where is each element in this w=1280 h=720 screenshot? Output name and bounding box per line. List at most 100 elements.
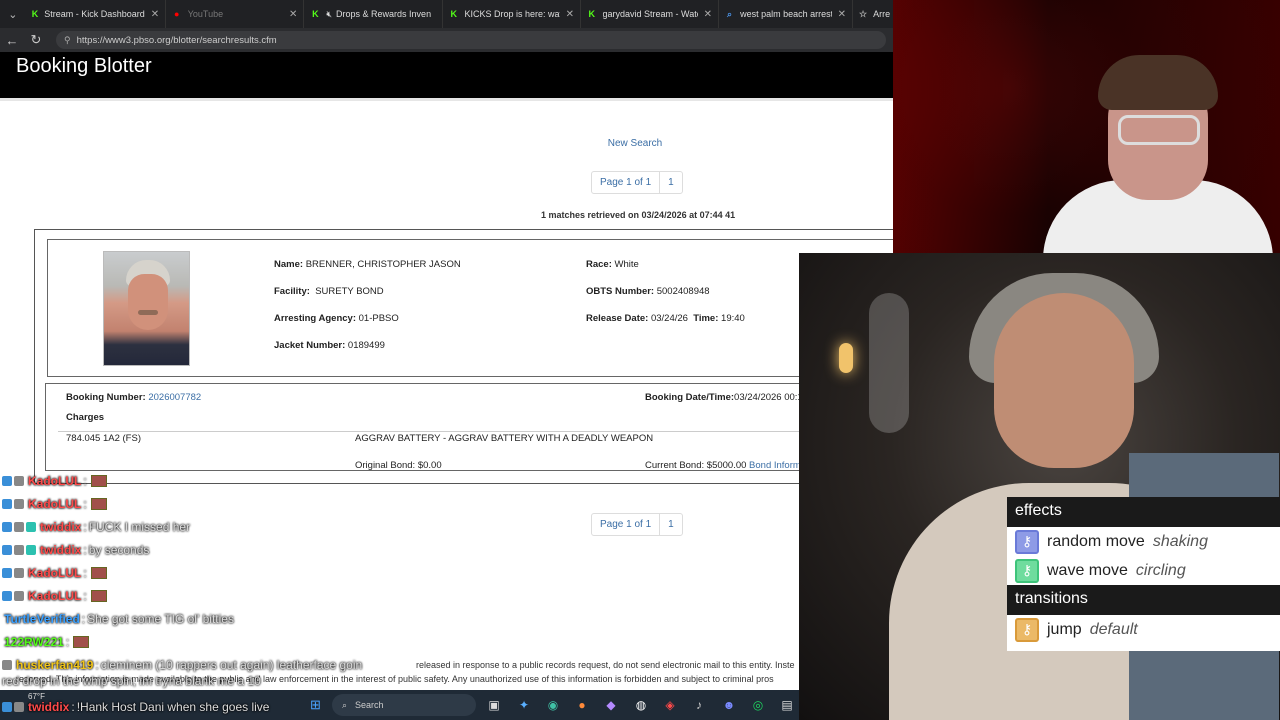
mugshot-photo <box>103 251 190 366</box>
chat-emote <box>90 498 107 510</box>
booking-date-field: Booking Date/Time:03/24/2026 00:1 <box>645 392 803 403</box>
charge-description: AGGRAV BATTERY - AGGRAV BATTERY WITH A D… <box>355 433 654 444</box>
chat-badge-icon <box>2 660 12 670</box>
chat-username[interactable]: KadoLUL <box>28 589 81 603</box>
close-icon[interactable]: ✕ <box>283 9 297 20</box>
chat-text: She got some TIG ol' bitties <box>87 612 234 626</box>
kick-icon: K <box>450 9 458 19</box>
tab-kick-dashboard[interactable]: K Stream - Kick Dashboard ✕ <box>26 0 166 28</box>
search-icon: ⌕ <box>727 9 733 19</box>
kick-icon: K <box>312 9 319 19</box>
transition-jump[interactable]: ⚷ jump default <box>1007 615 1280 644</box>
chat-badge-icon <box>14 568 24 578</box>
effect-wave-move[interactable]: ⚷ wave move circling <box>1007 556 1280 585</box>
mugshot-mustache <box>138 310 158 315</box>
close-icon[interactable]: ✕ <box>145 9 159 20</box>
chat-badge-icon <box>2 591 12 601</box>
muted-icon[interactable]: 🔇︎ <box>326 9 332 20</box>
chat-username[interactable]: KadoLUL <box>28 497 81 511</box>
chat-badge-icon <box>26 545 36 555</box>
name-field: Name: BRENNER, CHRISTOPHER JASON <box>274 259 461 270</box>
chat-message: twiddix: !Hank Host Dani when she goes li… <box>2 698 269 716</box>
star-icon: ☆ <box>859 9 868 19</box>
chat-message: twiddix: by seconds <box>2 541 149 559</box>
chat-badge-icon <box>2 568 12 578</box>
booking-number-link[interactable]: 2026007782 <box>148 392 201 403</box>
chat-emote <box>90 567 107 579</box>
key-icon: ⚷ <box>1015 617 1039 642</box>
back-arrow-icon[interactable]: ← <box>0 33 24 48</box>
tab-drops-rewards[interactable]: K 🔇︎ Drops & Rewards Inven <box>304 0 443 28</box>
page-title: Booking Blotter <box>16 55 152 77</box>
transitions-header: transitions <box>1007 585 1280 615</box>
chat-username[interactable]: twiddix <box>28 700 69 714</box>
youtube-icon: ● <box>174 9 180 19</box>
chat-message: red drop in the whip spin, im tryna blan… <box>2 672 261 690</box>
race-field: Race: White <box>586 259 639 270</box>
chat-badge-icon <box>2 522 12 532</box>
chat-username[interactable]: TurtleVerified <box>4 612 80 626</box>
chat-badge-icon <box>2 476 12 486</box>
chat-separator: : <box>83 543 87 557</box>
chat-badge-icon <box>14 545 24 555</box>
facility-field: Facility: SURETY BOND <box>274 286 384 297</box>
reload-icon[interactable]: ↻ <box>24 32 48 48</box>
obts-number-field: OBTS Number: 5002408948 <box>586 286 710 297</box>
chat-separator: : <box>83 520 87 534</box>
chat-emote <box>73 636 90 648</box>
figure-face <box>994 293 1134 468</box>
tab-list-button[interactable]: ⌄ <box>0 0 26 28</box>
chat-text: red drop in the whip spin, im tryna blan… <box>2 674 261 688</box>
chat-username[interactable]: twiddix <box>40 520 81 534</box>
new-search-link[interactable]: New Search <box>590 138 680 149</box>
tab-arrest-search[interactable]: ⌕ west palm beach arrest sear ✕ <box>719 0 853 28</box>
chat-text: cleminem (10 rappers out again) leatherf… <box>100 658 363 672</box>
chat-username[interactable]: 122RW221 <box>4 635 64 649</box>
chat-message: KadoLUL: <box>2 564 107 582</box>
effects-panel: effects ⚷ random move shaking ⚷ wave mov… <box>1007 497 1280 651</box>
page-header: Booking Blotter <box>0 52 893 101</box>
chat-text: by seconds <box>88 543 150 557</box>
close-icon[interactable]: ✕ <box>560 9 574 20</box>
original-bond: Original Bond: $0.00 <box>355 460 442 471</box>
tab-kicks-drop[interactable]: K KICKS Drop is here: watch, e ✕ <box>443 0 581 28</box>
site-info-icon[interactable]: ⚲ <box>64 35 71 46</box>
chat-username[interactable]: huskerfan419 <box>16 658 93 672</box>
chat-separator: : <box>83 474 87 488</box>
effect-random-move[interactable]: ⚷ random move shaking <box>1007 527 1280 556</box>
chat-username[interactable]: KadoLUL <box>28 474 81 488</box>
chat-badge-icon <box>2 545 12 555</box>
streamer-hair <box>1098 55 1218 110</box>
streamer-webcam <box>893 0 1280 253</box>
current-bond: Current Bond: $5000.00 Bond Inform <box>645 460 801 471</box>
chat-badge-icon <box>26 522 36 532</box>
chat-username[interactable]: KadoLUL <box>28 566 81 580</box>
chat-emote <box>90 475 107 487</box>
booking-number-field: Booking Number: 2026007782 <box>66 392 202 403</box>
tab-youtube[interactable]: ● YouTube ✕ <box>166 0 305 28</box>
chat-separator: : <box>65 635 70 649</box>
pager-page-link[interactable]: 1 <box>659 172 682 193</box>
chat-badge-icon <box>14 591 24 601</box>
chat-emote <box>90 590 107 602</box>
chat-badge-icon <box>2 702 12 712</box>
bond-info-link[interactable]: Bond Inform <box>749 460 801 471</box>
chat-badge-icon <box>14 499 24 509</box>
charges-heading: Charges <box>66 412 105 423</box>
url-field[interactable]: ⚲ https://www3.pbso.org/blotter/searchre… <box>56 31 886 49</box>
chat-message: KadoLUL: <box>2 495 107 513</box>
light-bulb <box>839 343 853 373</box>
chat-message: 122RW221: <box>2 633 90 651</box>
chat-separator: : <box>83 497 87 511</box>
browser-tab-bar: ⌄ K Stream - Kick Dashboard ✕ ● YouTube … <box>0 0 893 28</box>
close-icon[interactable]: ✕ <box>832 9 846 20</box>
arresting-agency-field: Arresting Agency: 01-PBSO <box>274 313 399 324</box>
close-icon[interactable]: ✕ <box>698 9 712 20</box>
tab-arrest[interactable]: ☆ Arre <box>853 0 893 28</box>
chat-username[interactable]: twiddix <box>40 543 81 557</box>
chat-separator: : <box>95 658 99 672</box>
tab-garydavid-stream[interactable]: K garydavid Stream - Watch L ✕ <box>581 0 719 28</box>
chat-badge-icon <box>2 499 12 509</box>
chat-badge-icon <box>14 476 24 486</box>
mugshot-face <box>128 274 168 330</box>
